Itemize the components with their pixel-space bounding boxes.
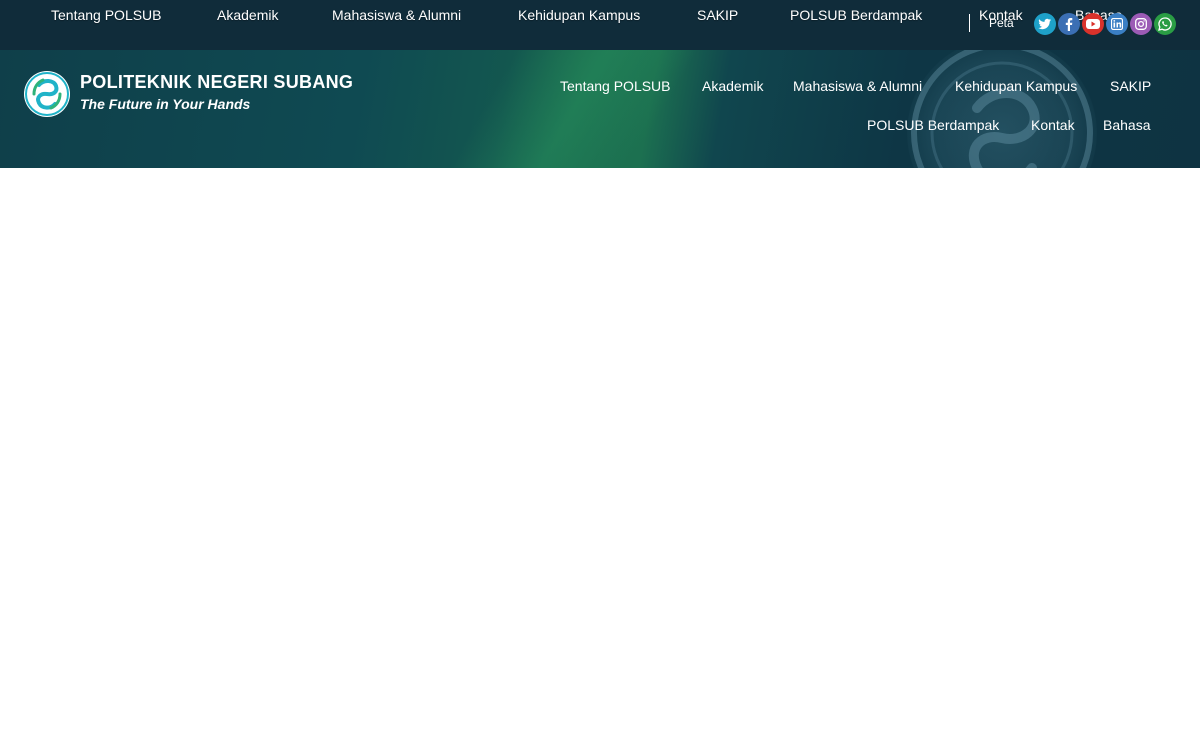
instagram-icon[interactable] (1130, 13, 1152, 35)
top-bar-divider (969, 14, 970, 32)
nav-tentang-polsub[interactable]: Tentang POLSUB (560, 78, 671, 94)
watermark-logo (907, 50, 1097, 168)
brand-title[interactable]: POLITEKNIK NEGERI SUBANG (80, 72, 353, 93)
nav-polsub-berdampak[interactable]: POLSUB Berdampak (867, 117, 999, 133)
nav-akademik[interactable]: Akademik (702, 78, 763, 94)
top-nav: Tentang POLSUB Akademik Mahasiswa & Alum… (0, 0, 1200, 30)
nav-sakip[interactable]: SAKIP (1110, 78, 1151, 94)
twitter-icon[interactable] (1034, 13, 1056, 35)
site-header: POLITEKNIK NEGERI SUBANG The Future in Y… (0, 50, 1200, 168)
brand-tagline: The Future in Your Hands (80, 96, 251, 112)
top-nav-akademik[interactable]: Akademik (217, 7, 278, 23)
polsub-logo[interactable] (22, 69, 72, 119)
top-bar: Tentang POLSUB Akademik Mahasiswa & Alum… (0, 0, 1200, 50)
linkedin-icon[interactable] (1106, 13, 1128, 35)
page-content (0, 168, 1200, 750)
top-nav-mahasiswa-alumni[interactable]: Mahasiswa & Alumni (332, 7, 461, 23)
nav-kehidupan-kampus[interactable]: Kehidupan Kampus (955, 78, 1077, 94)
top-nav-polsub-berdampak[interactable]: POLSUB Berdampak (790, 7, 922, 23)
peta-link[interactable]: Peta (989, 16, 1014, 30)
youtube-icon[interactable] (1082, 13, 1104, 35)
whatsapp-icon[interactable] (1154, 13, 1176, 35)
facebook-icon[interactable] (1058, 13, 1080, 35)
nav-bahasa[interactable]: Bahasa (1103, 117, 1150, 133)
nav-mahasiswa-alumni[interactable]: Mahasiswa & Alumni (793, 78, 922, 94)
top-nav-tentang-polsub[interactable]: Tentang POLSUB (51, 7, 162, 23)
header-decoration (430, 50, 710, 168)
top-nav-kehidupan-kampus[interactable]: Kehidupan Kampus (518, 7, 640, 23)
top-nav-sakip[interactable]: SAKIP (697, 7, 738, 23)
nav-kontak[interactable]: Kontak (1031, 117, 1075, 133)
